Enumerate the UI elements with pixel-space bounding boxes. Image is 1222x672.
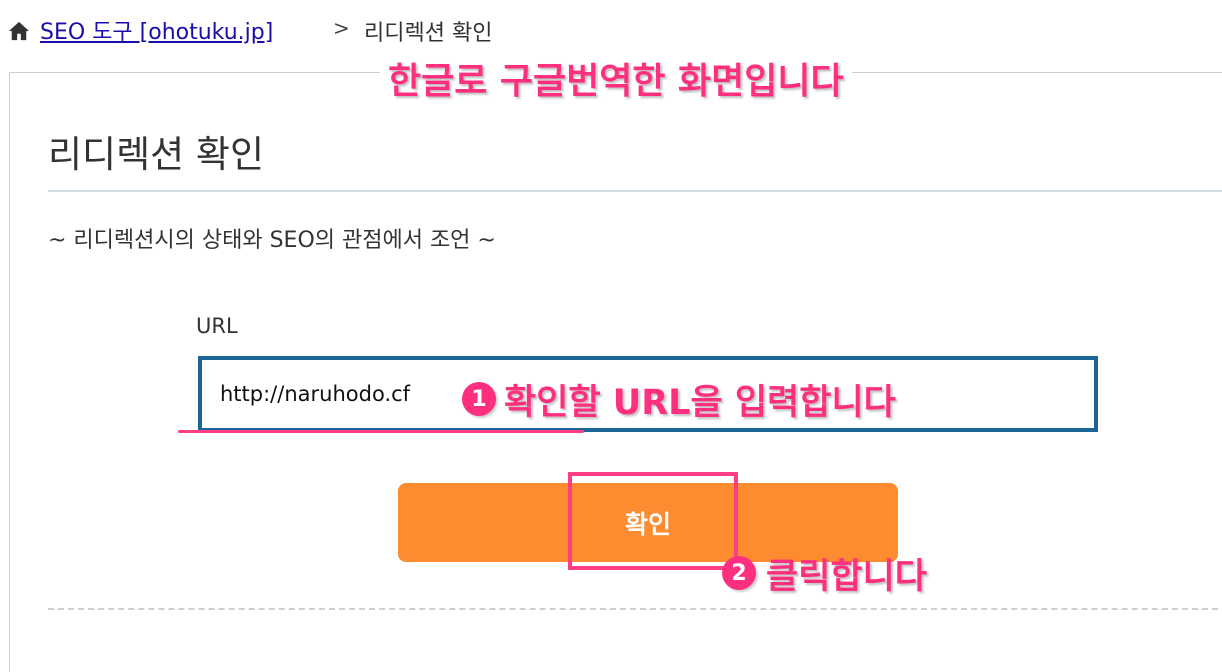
annotation-step1: 확인할 URL을 입력합니다 bbox=[504, 383, 896, 423]
step1-badge: 1 bbox=[462, 382, 496, 416]
annotation-underline bbox=[178, 430, 584, 433]
breadcrumb-separator-icon: > bbox=[333, 16, 350, 40]
annotation-title: 한글로 구글번역한 화면입니다 bbox=[380, 52, 852, 104]
annotation-step2: 클릭합니다 bbox=[766, 557, 928, 597]
title-divider bbox=[48, 190, 1222, 192]
step2-badge: 2 bbox=[722, 556, 756, 590]
page-title: 리디렉션 확인 bbox=[48, 133, 265, 176]
section-divider bbox=[48, 608, 1222, 610]
url-label: URL bbox=[196, 314, 238, 338]
page-subtitle: ~ 리디렉션시의 상태와 SEO의 관점에서 조언 ~ bbox=[48, 228, 496, 253]
home-icon[interactable] bbox=[8, 21, 30, 41]
breadcrumb-current: 리디렉션 확인 bbox=[364, 21, 493, 46]
breadcrumb-home-link[interactable]: SEO 도구 [ohotuku.jp] bbox=[40, 14, 273, 46]
